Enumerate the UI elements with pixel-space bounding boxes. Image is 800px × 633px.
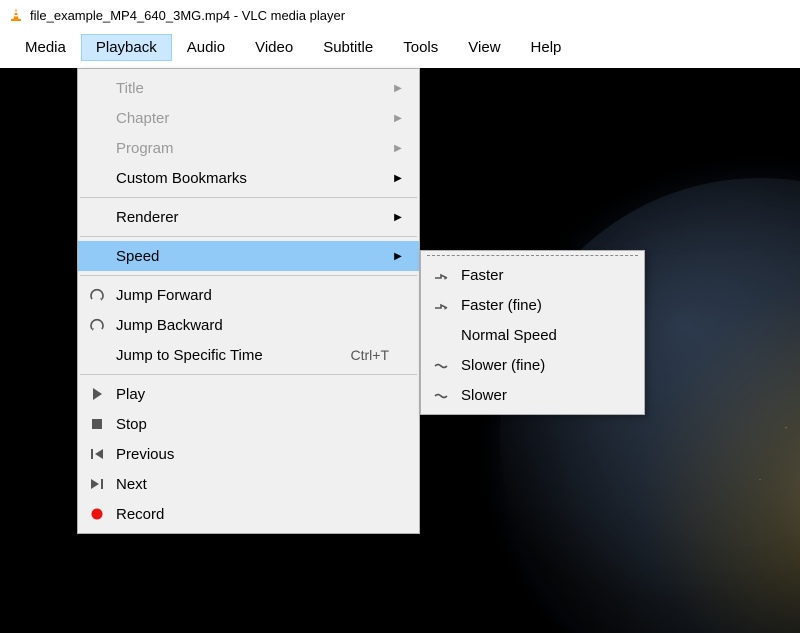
menuitem-jump-backward[interactable]: Jump Backward: [78, 310, 419, 340]
submenu-tear-line: [427, 255, 638, 258]
menuitem-speed-faster-fine[interactable]: Faster (fine): [421, 290, 644, 320]
menuitem-label: Play: [116, 386, 407, 403]
menu-help[interactable]: Help: [516, 34, 577, 61]
menu-separator: [80, 197, 417, 198]
menu-separator: [80, 236, 417, 237]
menuitem-label: Program: [116, 140, 389, 157]
faster-fine-icon: [421, 297, 461, 313]
menuitem-label: Faster: [461, 267, 504, 284]
menuitem-jump-specific[interactable]: Jump to Specific Time Ctrl+T: [78, 340, 419, 370]
faster-icon: [421, 267, 461, 283]
menuitem-renderer[interactable]: Renderer ▶: [78, 202, 419, 232]
menuitem-label: Title: [116, 80, 389, 97]
menuitem-label: Slower (fine): [461, 357, 545, 374]
menuitem-record[interactable]: Record: [78, 499, 419, 529]
menuitem-label: Record: [116, 506, 407, 523]
menuitem-speed[interactable]: Speed ▶: [78, 241, 419, 271]
menuitem-label: Jump Backward: [116, 317, 407, 334]
menu-separator: [80, 275, 417, 276]
menuitem-custom-bookmarks[interactable]: Custom Bookmarks ▶: [78, 163, 419, 193]
menu-video[interactable]: Video: [240, 34, 308, 61]
menu-tools[interactable]: Tools: [388, 34, 453, 61]
menuitem-label: Faster (fine): [461, 297, 542, 314]
menuitem-jump-forward[interactable]: Jump Forward: [78, 280, 419, 310]
menuitem-shortcut: Ctrl+T: [351, 347, 408, 363]
menuitem-previous[interactable]: Previous: [78, 439, 419, 469]
menuitem-label: Speed: [116, 248, 389, 265]
next-icon: [78, 476, 116, 492]
stop-icon: [78, 416, 116, 432]
jump-backward-icon: [78, 317, 116, 333]
record-icon: [78, 506, 116, 522]
menu-media[interactable]: Media: [10, 34, 81, 61]
menuitem-label: Stop: [116, 416, 407, 433]
menuitem-label: Normal Speed: [461, 327, 557, 344]
vlc-cone-icon: [8, 7, 24, 23]
window-title: file_example_MP4_640_3MG.mp4 - VLC media…: [30, 8, 345, 23]
menuitem-label: Previous: [116, 446, 407, 463]
menu-separator: [80, 374, 417, 375]
slower-fine-icon: [421, 357, 461, 373]
menuitem-program: Program ▶: [78, 133, 419, 163]
menu-audio[interactable]: Audio: [172, 34, 240, 61]
menu-subtitle[interactable]: Subtitle: [308, 34, 388, 61]
submenu-arrow-icon: ▶: [389, 251, 407, 262]
menuitem-label: Jump Forward: [116, 287, 407, 304]
menuitem-stop[interactable]: Stop: [78, 409, 419, 439]
submenu-arrow-icon: ▶: [389, 212, 407, 223]
jump-forward-icon: [78, 287, 116, 303]
play-icon: [78, 386, 116, 402]
menuitem-label: Chapter: [116, 110, 389, 127]
menu-view[interactable]: View: [453, 34, 515, 61]
menuitem-chapter: Chapter ▶: [78, 103, 419, 133]
submenu-arrow-icon: ▶: [389, 173, 407, 184]
menuitem-speed-faster[interactable]: Faster: [421, 260, 644, 290]
previous-icon: [78, 446, 116, 462]
menuitem-speed-normal[interactable]: Normal Speed: [421, 320, 644, 350]
menuitem-title: Title ▶: [78, 73, 419, 103]
window-titlebar: file_example_MP4_640_3MG.mp4 - VLC media…: [0, 0, 800, 30]
submenu-arrow-icon: ▶: [389, 143, 407, 154]
menu-playback[interactable]: Playback: [81, 34, 172, 61]
menuitem-speed-slower-fine[interactable]: Slower (fine): [421, 350, 644, 380]
slower-icon: [421, 387, 461, 403]
submenu-arrow-icon: ▶: [389, 113, 407, 124]
menuitem-label: Next: [116, 476, 407, 493]
menuitem-label: Jump to Specific Time: [116, 347, 351, 364]
menubar: Media Playback Audio Video Subtitle Tool…: [0, 30, 800, 69]
submenu-arrow-icon: ▶: [389, 83, 407, 94]
speed-submenu: Faster Faster (fine) Normal Speed Slower…: [420, 250, 645, 415]
menuitem-label: Custom Bookmarks: [116, 170, 389, 187]
playback-dropdown: Title ▶ Chapter ▶ Program ▶ Custom Bookm…: [77, 68, 420, 534]
menuitem-label: Renderer: [116, 209, 389, 226]
menuitem-next[interactable]: Next: [78, 469, 419, 499]
menuitem-label: Slower: [461, 387, 507, 404]
menuitem-speed-slower[interactable]: Slower: [421, 380, 644, 410]
menuitem-play[interactable]: Play: [78, 379, 419, 409]
